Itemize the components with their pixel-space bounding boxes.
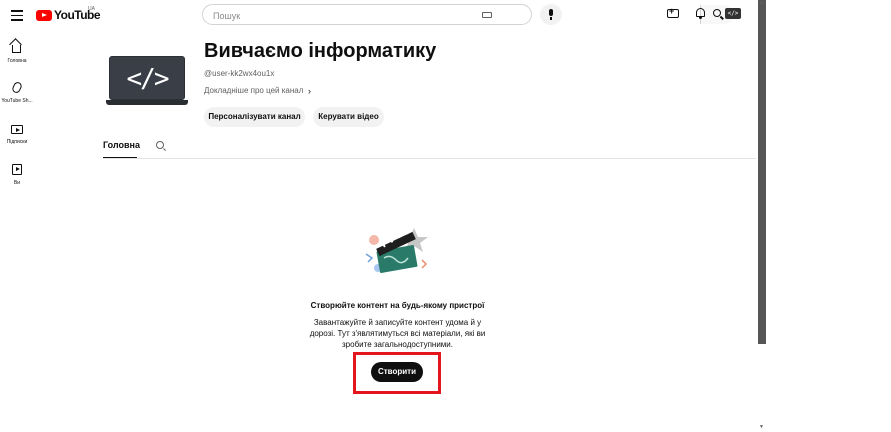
you-icon — [12, 164, 22, 175]
sidebar-item-label: Підписки — [6, 139, 28, 145]
chevron-right-icon[interactable]: › — [308, 86, 311, 96]
region-code: UA — [88, 6, 95, 12]
scroll-up-arrow-icon[interactable]: ▲ — [759, 0, 764, 6]
highlight-box — [353, 352, 441, 394]
sidebar-item-subscriptions[interactable]: Підписки — [0, 123, 34, 155]
search-icon — [713, 9, 721, 17]
channel-about-link[interactable]: Докладніше про цей канал — [204, 86, 303, 95]
voice-search-button[interactable] — [540, 4, 562, 25]
youtube-logo-icon — [36, 9, 52, 21]
top-bar: YouTube UA </> — [0, 0, 760, 30]
sidebar-item-you[interactable]: Ви — [0, 164, 34, 196]
subscriptions-icon — [11, 125, 23, 134]
sidebar-item-label: Головна — [7, 58, 27, 64]
manage-videos-button[interactable]: Керувати відео — [313, 107, 384, 127]
channel-title: Вивчаємо інформатику — [204, 40, 437, 62]
empty-state-title: Створюйте контент на будь-якому пристрої — [310, 301, 485, 310]
sidebar-item-shorts[interactable]: YouTube Sh... — [0, 80, 34, 114]
create-video-icon[interactable] — [667, 6, 679, 18]
home-icon — [12, 45, 21, 53]
shorts-icon — [11, 80, 23, 95]
laptop-base — [106, 100, 188, 105]
search-input[interactable] — [211, 8, 475, 24]
sidebar-item-label: Ви — [13, 180, 21, 186]
channel-handle: @user-kk2wx4ou1x — [204, 69, 275, 78]
sidebar-item-label: YouTube Sh... — [1, 98, 33, 104]
scrollbar-thumb[interactable] — [758, 0, 766, 344]
tabs-divider — [103, 158, 756, 159]
channel-search-icon[interactable] — [156, 141, 164, 149]
keyboard-icon[interactable] — [482, 12, 492, 18]
sidebar-item-home[interactable]: Головна — [0, 42, 34, 74]
clapperboard-illustration — [365, 225, 428, 273]
empty-state-description: Завантажуйте й записуйте контент удома й… — [309, 318, 486, 349]
scroll-down-arrow-icon[interactable]: ▼ — [759, 424, 764, 430]
menu-icon[interactable] — [9, 7, 25, 23]
channel-avatar[interactable]: </> — [106, 56, 188, 105]
channel-avatar-code-icon: </> — [109, 56, 185, 100]
search-box — [202, 4, 734, 25]
notifications-bell-icon[interactable] — [696, 8, 705, 19]
microphone-icon — [549, 9, 553, 20]
customize-channel-button[interactable]: Персоналізувати канал — [204, 107, 305, 127]
tab-home[interactable]: Головна — [103, 140, 140, 150]
avatar[interactable]: </> — [725, 8, 741, 19]
